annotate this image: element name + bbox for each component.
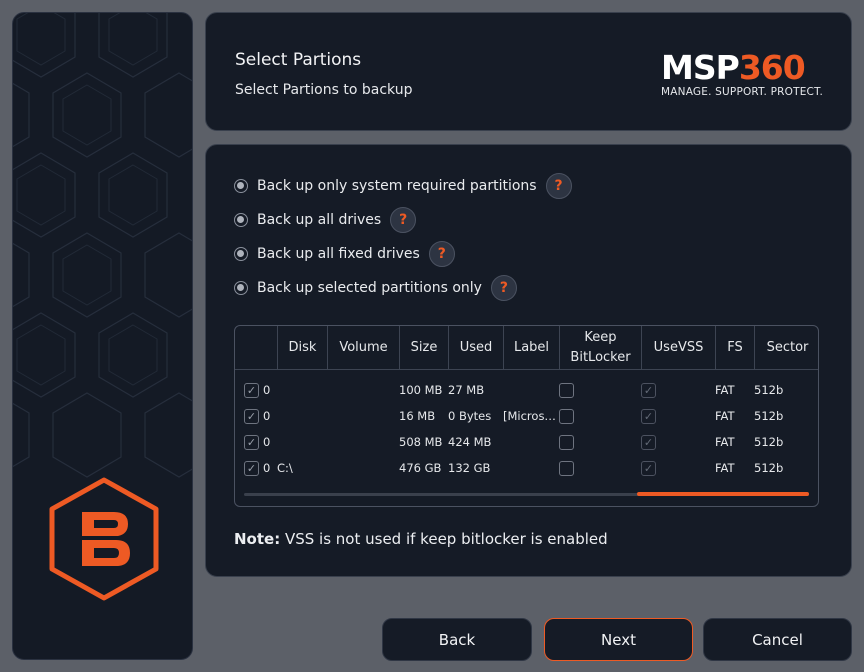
question-icon[interactable]: ? <box>490 275 517 301</box>
column-header-size[interactable]: Size <box>399 326 448 370</box>
radio-button[interactable] <box>234 213 248 227</box>
table-row[interactable]: ✓ 0 508 MB 424 MB ✓ FAT 512b <box>235 429 818 455</box>
brand-tagline: MANAGE. SUPPORT. PROTECT. <box>661 86 823 98</box>
cell-label <box>503 455 557 481</box>
column-header-label[interactable]: Label <box>503 326 559 370</box>
usevss-checkbox[interactable]: ✓ <box>641 460 656 476</box>
keep-bitlocker-checkbox[interactable] <box>559 408 574 424</box>
vss-note: Note: VSS is not used if keep bitlocker … <box>234 530 608 548</box>
keep-bitlocker-checkbox[interactable] <box>559 434 574 450</box>
option-label: Back up all drives <box>257 212 382 228</box>
cell-disk: 0 <box>263 409 271 423</box>
column-header-fs[interactable]: FS <box>715 326 754 370</box>
cell-fs: FAT <box>715 435 735 449</box>
cell-label: [Micros… <box>503 409 556 423</box>
column-header-keep-bitlocker[interactable]: Keep BitLocker <box>559 326 641 370</box>
row-select-checkbox[interactable]: ✓ <box>244 382 259 398</box>
option-system-partitions[interactable]: Back up only system required partitions … <box>234 173 572 199</box>
cell-used: 424 MB <box>448 435 492 449</box>
row-select-checkbox[interactable]: ✓ <box>244 434 259 450</box>
brand-name-part2: 360 <box>738 48 806 87</box>
keep-bitlocker-checkbox[interactable] <box>559 460 574 476</box>
note-prefix: Note: <box>234 530 281 548</box>
cell-fs: FAT <box>715 383 735 397</box>
cell-volume: C:\ <box>277 461 293 475</box>
usevss-checkbox[interactable]: ✓ <box>641 408 656 424</box>
cell-disk: 0 <box>263 461 271 475</box>
column-header-used[interactable]: Used <box>448 326 503 370</box>
option-label: Back up all fixed drives <box>257 246 420 262</box>
cell-disk: 0 <box>263 383 271 397</box>
hexagon-b-logo-icon <box>49 477 159 601</box>
column-header-select <box>235 326 277 370</box>
note-text: VSS is not used if keep bitlocker is ena… <box>280 530 608 548</box>
option-all-drives[interactable]: Back up all drives ? <box>234 207 417 233</box>
question-icon[interactable]: ? <box>428 241 455 267</box>
cell-sector: 512b <box>754 461 784 475</box>
cell-fs: FAT <box>715 461 735 475</box>
row-select-checkbox[interactable]: ✓ <box>244 408 259 424</box>
usevss-checkbox[interactable]: ✓ <box>641 382 656 398</box>
cell-sector: 512b <box>754 383 784 397</box>
cell-size: 508 MB <box>399 435 443 449</box>
table-header: Disk Volume Size Used Label Keep BitLock… <box>235 326 818 370</box>
cell-sector: 512b <box>754 409 784 423</box>
row-select-checkbox[interactable]: ✓ <box>244 460 259 476</box>
cell-size: 476 GB <box>399 461 442 475</box>
question-icon[interactable]: ? <box>545 173 572 199</box>
page-title: Select Partions <box>235 50 362 70</box>
column-header-usevss[interactable]: UseVSS <box>641 326 715 370</box>
main-panel: Back up only system required partitions … <box>205 144 852 577</box>
cell-disk: 0 <box>263 435 271 449</box>
cell-used: 132 GB <box>448 461 491 475</box>
table-row[interactable]: ✓ 0 16 MB 0 Bytes [Micros… ✓ FAT 512b <box>235 403 818 429</box>
page-subtitle: Select Partions to backup <box>235 82 413 98</box>
cell-fs: FAT <box>715 409 735 423</box>
cell-used: 27 MB <box>448 383 485 397</box>
cell-label <box>503 429 557 455</box>
cell-sector: 512b <box>754 435 784 449</box>
option-fixed-drives[interactable]: Back up all fixed drives ? <box>234 241 455 267</box>
column-header-disk[interactable]: Disk <box>277 326 327 370</box>
radio-button[interactable] <box>234 179 248 193</box>
column-header-volume[interactable]: Volume <box>327 326 399 370</box>
column-header-sector[interactable]: Sector <box>754 326 818 370</box>
cell-label <box>503 377 557 403</box>
radio-button[interactable] <box>234 247 248 261</box>
table-row[interactable]: ✓ 0 C:\ 476 GB 132 GB ✓ FAT 512b <box>235 455 818 481</box>
brand-logo: MSP360 MANAGE. SUPPORT. PROTECT. <box>661 51 823 99</box>
question-icon[interactable]: ? <box>390 207 417 233</box>
header-panel: Select Partions Select Partions to backu… <box>205 12 852 131</box>
radio-button[interactable] <box>234 281 248 295</box>
cell-size: 100 MB <box>399 383 443 397</box>
brand-name: MSP360 <box>661 51 823 85</box>
keep-bitlocker-checkbox[interactable] <box>559 382 574 398</box>
next-button[interactable]: Next <box>544 618 693 661</box>
back-button[interactable]: Back <box>382 618 532 661</box>
option-label: Back up selected partitions only <box>257 280 482 296</box>
option-label: Back up only system required partitions <box>257 178 537 194</box>
cancel-button[interactable]: Cancel <box>703 618 852 661</box>
cell-used: 0 Bytes <box>448 409 492 423</box>
usevss-checkbox[interactable]: ✓ <box>641 434 656 450</box>
option-selected-partitions[interactable]: Back up selected partitions only ? <box>234 275 517 301</box>
partitions-table[interactable]: Disk Volume Size Used Label Keep BitLock… <box>234 325 819 507</box>
table-row[interactable]: ✓ 0 100 MB 27 MB ✓ FAT 512b <box>235 377 818 403</box>
cell-size: 16 MB <box>399 409 436 423</box>
horizontal-scrollbar-thumb[interactable] <box>637 492 809 496</box>
brand-name-part1: MSP <box>661 48 740 87</box>
sidebar <box>12 12 193 660</box>
